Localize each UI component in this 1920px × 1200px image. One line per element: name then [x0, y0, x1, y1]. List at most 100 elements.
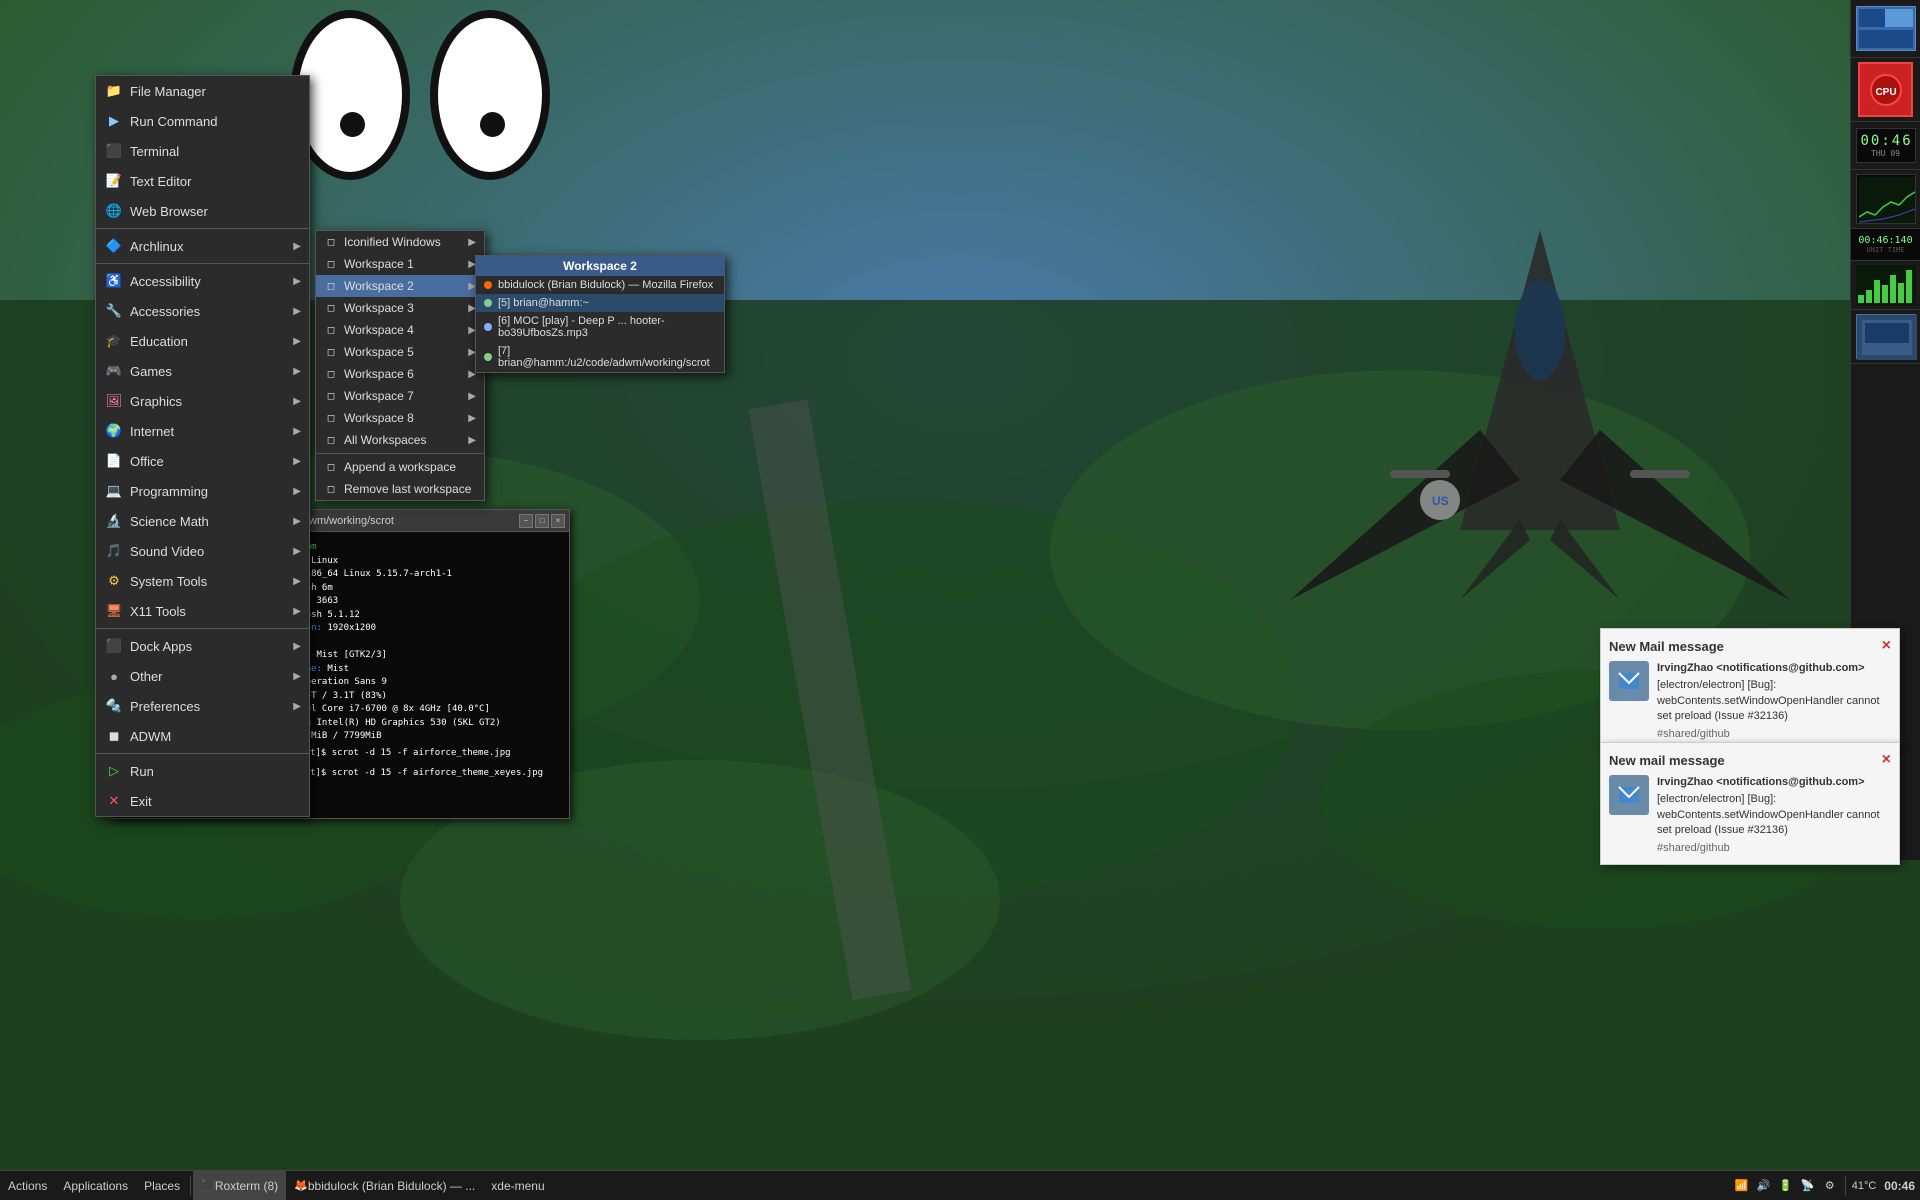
- tray-settings[interactable]: ⚙: [1821, 1177, 1839, 1195]
- arrow-icon-7: ▶: [293, 426, 301, 437]
- taskbar-sep-2: [1845, 1176, 1846, 1196]
- notif1-text: IrvingZhao <notifications@github.com> [e…: [1657, 661, 1891, 742]
- bash-dot: [484, 299, 492, 307]
- menu-item-run[interactable]: ▷ Run: [96, 756, 309, 786]
- menu-item-office[interactable]: 📄 Office ▶: [96, 446, 309, 476]
- menu-item-file-manager[interactable]: 📁 File Manager: [96, 76, 309, 106]
- cpu-indicator: CPU: [1858, 62, 1913, 117]
- menu-item-games[interactable]: 🎮 Games ▶: [96, 356, 309, 386]
- notif2-hashtag: #shared/github: [1657, 841, 1891, 856]
- menu-item-x11-tools[interactable]: 🖥 X11 Tools ▶: [96, 596, 309, 626]
- ws-menu-ws8[interactable]: ◻ Workspace 8 ▶: [316, 407, 484, 429]
- ws6-icon: ◻: [324, 367, 338, 381]
- ws8-icon: ◻: [324, 411, 338, 425]
- taskbar-sep-1: [190, 1176, 191, 1196]
- notif1-subject: [electron/electron] [Bug]: webContents.s…: [1657, 678, 1891, 724]
- notif1-hashtag: #shared/github: [1657, 727, 1891, 742]
- all-arrow: ▶: [468, 435, 476, 446]
- tray-battery[interactable]: 🔋: [1777, 1177, 1795, 1195]
- taskbar-roxterm-label: ⬛: [201, 1179, 215, 1192]
- menu-item-other[interactable]: ● Other ▶: [96, 661, 309, 691]
- notif1-avatar: [1609, 661, 1649, 701]
- menu-item-dock-apps[interactable]: ⬛ Dock Apps ▶: [96, 631, 309, 661]
- taskbar-roxterm[interactable]: ⬛ Roxterm (8): [193, 1171, 286, 1200]
- ws-menu-remove[interactable]: ◻ Remove last workspace: [316, 478, 484, 500]
- ws2-item-moc[interactable]: [6] MOC [play] - Deep P ... hooter-bo39U…: [476, 312, 724, 342]
- ws2-item-firefox[interactable]: bbidulock (Brian Bidulock) — Mozilla Fir…: [476, 276, 724, 294]
- ws2-item-scrot[interactable]: [7] brian@hamm:/u2/code/adwm/working/scr…: [476, 342, 724, 372]
- taskbar-xde-menu[interactable]: xde-menu: [483, 1171, 552, 1200]
- nf-icontheme-val: Mist: [327, 664, 349, 674]
- menu-item-text-editor[interactable]: 📝 Text Editor: [96, 166, 309, 196]
- taskbar-places[interactable]: Places: [136, 1171, 188, 1200]
- graph-widget: [1851, 261, 1920, 310]
- arrow-icon-14: ▶: [293, 641, 301, 652]
- menu-item-education[interactable]: 🎓 Education ▶: [96, 326, 309, 356]
- clock-label: THU 09: [1861, 149, 1911, 158]
- app-menu: 📁 File Manager ▶ Run Command ⬛ Terminal …: [95, 75, 310, 817]
- ws-menu-ws2[interactable]: ◻ Workspace 2 ▶: [316, 275, 484, 297]
- taskbar-firefox-label: 🦊: [294, 1179, 308, 1192]
- notif1-header: New Mail message ×: [1609, 637, 1891, 655]
- ws-menu-ws7[interactable]: ◻ Workspace 7 ▶: [316, 385, 484, 407]
- nf-gpu-val: Mesa Intel(R) HD Graphics 530 (SKL GT2): [289, 718, 500, 728]
- menu-item-archlinux[interactable]: 🔷 Archlinux ▶: [96, 231, 309, 261]
- notif1-close-button[interactable]: ×: [1882, 637, 1891, 655]
- tray-bluetooth[interactable]: 📡: [1799, 1177, 1817, 1195]
- ws2-item-bash[interactable]: [5] brian@hamm:~: [476, 294, 724, 312]
- ws-menu-ws3[interactable]: ◻ Workspace 3 ▶: [316, 297, 484, 319]
- menu-item-accessibility[interactable]: ♿ Accessibility ▶: [96, 266, 309, 296]
- menu-item-internet[interactable]: 🌍 Internet ▶: [96, 416, 309, 446]
- menu-item-accessories[interactable]: 🔧 Accessories ▶: [96, 296, 309, 326]
- tray-volume[interactable]: 🔊: [1755, 1177, 1773, 1195]
- tray-network[interactable]: 📶: [1733, 1177, 1751, 1195]
- graph-svg: [1856, 265, 1916, 305]
- notif2-avatar: [1609, 775, 1649, 815]
- taskbar-applications[interactable]: Applications: [55, 1171, 136, 1200]
- terminal-btn-4[interactable]: −: [519, 514, 533, 528]
- run-icon: ▶: [104, 111, 124, 131]
- menu-item-terminal[interactable]: ⬛ Terminal: [96, 136, 309, 166]
- notif1-content: IrvingZhao <notifications@github.com> [e…: [1609, 661, 1891, 742]
- menu-item-preferences[interactable]: 🔩 Preferences ▶: [96, 691, 309, 721]
- ws-menu-ws1[interactable]: ◻ Workspace 1 ▶: [316, 253, 484, 275]
- x11-icon: 🖥: [104, 601, 124, 621]
- taskbar-actions[interactable]: Actions: [0, 1171, 55, 1200]
- ws-menu-ws4[interactable]: ◻ Workspace 4 ▶: [316, 319, 484, 341]
- arrow-icon-15: ▶: [293, 671, 301, 682]
- menu-item-adwm[interactable]: ◼ ADWM: [96, 721, 309, 751]
- folder-icon: 📁: [104, 81, 124, 101]
- ws-menu-ws6[interactable]: ◻ Workspace 6 ▶: [316, 363, 484, 385]
- notif2-close-button[interactable]: ×: [1882, 751, 1891, 769]
- ws4-icon: ◻: [324, 323, 338, 337]
- terminal-btn-5[interactable]: □: [535, 514, 549, 528]
- load-widget: [1851, 170, 1920, 229]
- pager-cell-3[interactable]: [1859, 30, 1887, 48]
- workspace2-header: Workspace 2: [476, 256, 724, 276]
- menu-item-web-browser[interactable]: 🌐 Web Browser: [96, 196, 309, 226]
- taskbar-firefox[interactable]: 🦊 bbidulock (Brian Bidulock) — ...: [286, 1171, 483, 1200]
- load-graph: [1859, 177, 1915, 223]
- menu-item-system-tools[interactable]: ⚙ System Tools ▶: [96, 566, 309, 596]
- ws-menu-ws5[interactable]: ◻ Workspace 5 ▶: [316, 341, 484, 363]
- iconified-icon: ◻: [324, 235, 338, 249]
- ws-menu-iconified[interactable]: ◻ Iconified Windows ▶: [316, 231, 484, 253]
- ws-menu-append[interactable]: ◻ Append a workspace: [316, 456, 484, 478]
- menu-item-run-command[interactable]: ▶ Run Command: [96, 106, 309, 136]
- pager-cell-2[interactable]: [1885, 9, 1913, 27]
- ws-menu-all[interactable]: ◻ All Workspaces ▶: [316, 429, 484, 451]
- pager-cell-1[interactable]: [1859, 9, 1887, 27]
- menu-item-exit[interactable]: ✕ Exit: [96, 786, 309, 816]
- indicator-widget: CPU: [1851, 58, 1920, 122]
- menu-item-sound-video[interactable]: 🎵 Sound Video ▶: [96, 536, 309, 566]
- notif2-subject: [electron/electron] [Bug]: webContents.s…: [1657, 792, 1891, 838]
- menu-item-graphics[interactable]: 🖼 Graphics ▶: [96, 386, 309, 416]
- arrow-icon: ▶: [293, 241, 301, 252]
- clock-display: 00:46 THU 09: [1856, 128, 1916, 163]
- menu-item-science-math[interactable]: 🔬 Science Math ▶: [96, 506, 309, 536]
- menu-item-programming[interactable]: 💻 Programming ▶: [96, 476, 309, 506]
- nf-kernel-val: x86_64 Linux 5.15.7-arch1-1: [306, 569, 452, 579]
- pager-cell-4[interactable]: [1885, 30, 1913, 48]
- terminal-btn-6[interactable]: ×: [551, 514, 565, 528]
- menu-sep-4: [96, 753, 309, 754]
